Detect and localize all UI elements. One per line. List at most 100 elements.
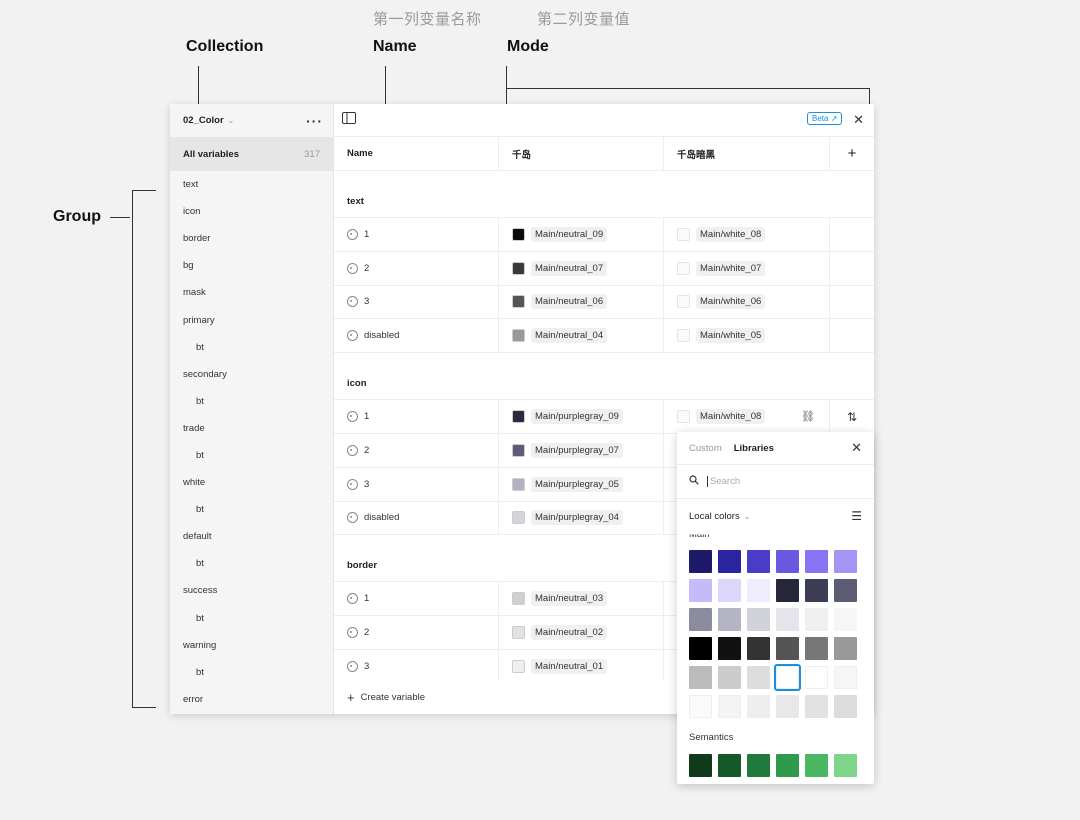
color-swatch[interactable] bbox=[747, 608, 770, 631]
color-swatch[interactable] bbox=[718, 579, 741, 602]
adjust-icon[interactable]: ⇅ bbox=[847, 410, 857, 424]
sidebar-group-border[interactable]: border bbox=[170, 225, 333, 252]
color-swatch[interactable] bbox=[747, 550, 770, 573]
sidebar-group-secondary[interactable]: secondary bbox=[170, 361, 333, 388]
color-swatch[interactable] bbox=[774, 664, 801, 691]
sidebar-group-bt[interactable]: bt bbox=[170, 550, 333, 577]
mode-1-value-cell[interactable]: Main/neutral_03 bbox=[499, 582, 664, 616]
table-row[interactable]: 3 Main/neutral_06 Main/white_06 bbox=[334, 285, 874, 320]
color-swatch[interactable] bbox=[776, 637, 799, 660]
detach-link-icon[interactable]: ⛓ bbox=[801, 410, 815, 423]
color-swatch[interactable] bbox=[689, 695, 712, 718]
color-swatch[interactable] bbox=[718, 666, 741, 689]
mode-1-value-cell[interactable]: Main/neutral_02 bbox=[499, 616, 664, 649]
color-swatch[interactable] bbox=[718, 695, 741, 718]
color-swatch[interactable] bbox=[805, 637, 828, 660]
variable-name-cell[interactable]: disabled bbox=[334, 501, 499, 535]
variable-name-cell[interactable]: 3 bbox=[334, 467, 499, 501]
color-swatch[interactable] bbox=[805, 608, 828, 631]
color-swatch[interactable] bbox=[834, 666, 857, 689]
local-colors-selector[interactable]: Local colors ⌄ ☰ bbox=[677, 499, 874, 533]
collection-selector[interactable]: 02_Color ⌄ bbox=[183, 115, 234, 126]
header-mode-2[interactable]: 千岛暗黑 bbox=[664, 137, 830, 170]
mode-1-value-cell[interactable]: Main/purplegray_07 bbox=[499, 433, 664, 467]
sidebar-group-bt[interactable]: bt bbox=[170, 388, 333, 415]
sidebar-group-error[interactable]: error bbox=[170, 686, 333, 713]
variable-name-cell[interactable]: 1 bbox=[334, 400, 499, 433]
add-mode-icon[interactable]: + bbox=[830, 137, 874, 170]
sidebar-group-bt[interactable]: bt bbox=[170, 605, 333, 632]
variable-name-cell[interactable]: 2 bbox=[334, 616, 499, 649]
sidebar-toggle-icon[interactable] bbox=[342, 111, 356, 129]
table-row[interactable]: 1 Main/neutral_09 Main/white_08 bbox=[334, 218, 874, 252]
color-swatch[interactable] bbox=[689, 608, 712, 631]
color-swatch[interactable] bbox=[718, 637, 741, 660]
color-swatch[interactable] bbox=[689, 666, 712, 689]
close-icon[interactable]: ✕ bbox=[851, 440, 862, 456]
variable-name-cell[interactable]: 2 bbox=[334, 251, 499, 285]
table-row[interactable]: 2 Main/neutral_07 Main/white_07 bbox=[334, 251, 874, 286]
color-swatch[interactable] bbox=[834, 608, 857, 631]
variable-name-cell[interactable]: 1 bbox=[334, 582, 499, 616]
color-swatch[interactable] bbox=[776, 695, 799, 718]
mode-2-value-cell[interactable]: Main/white_08 ⛓ bbox=[664, 400, 830, 433]
variable-name-cell[interactable]: disabled bbox=[334, 319, 499, 353]
mode-1-value-cell[interactable]: Main/neutral_04 bbox=[499, 319, 664, 353]
sidebar-group-warning[interactable]: warning bbox=[170, 632, 333, 659]
table-row[interactable]: disabled Main/neutral_04 Main/white_05 bbox=[334, 319, 874, 354]
sidebar-group-white[interactable]: white bbox=[170, 469, 333, 496]
color-swatch[interactable] bbox=[718, 550, 741, 573]
color-swatch[interactable] bbox=[805, 754, 828, 777]
mode-1-value-cell[interactable]: Main/neutral_07 bbox=[499, 251, 664, 285]
mode-1-value-cell[interactable]: Main/purplegray_04 bbox=[499, 501, 664, 535]
variable-name-cell[interactable]: 2 bbox=[334, 433, 499, 467]
sidebar-group-mask[interactable]: mask bbox=[170, 279, 333, 306]
mode-2-value-cell[interactable]: Main/white_07 bbox=[664, 251, 830, 285]
color-swatch[interactable] bbox=[776, 579, 799, 602]
mode-1-value-cell[interactable]: Main/neutral_09 bbox=[499, 218, 664, 251]
collection-header[interactable]: 02_Color ⌄ ··· bbox=[170, 104, 333, 137]
variable-name-cell[interactable]: 1 bbox=[334, 218, 499, 251]
mode-2-value-cell[interactable]: Main/white_08 bbox=[664, 218, 830, 251]
color-swatch[interactable] bbox=[747, 666, 770, 689]
color-swatch[interactable] bbox=[689, 550, 712, 573]
more-icon[interactable]: ··· bbox=[306, 113, 323, 129]
color-swatch[interactable] bbox=[805, 695, 828, 718]
color-swatch[interactable] bbox=[834, 754, 857, 777]
sidebar-group-icon[interactable]: icon bbox=[170, 198, 333, 225]
table-row[interactable]: 1 Main/purplegray_09 Main/white_08 ⛓ ⇅ bbox=[334, 400, 874, 434]
variable-name-cell[interactable]: 3 bbox=[334, 649, 499, 683]
mode-2-value-cell[interactable]: Main/white_06 bbox=[664, 285, 830, 319]
header-mode-1[interactable]: 千岛 bbox=[499, 137, 664, 170]
mode-1-value-cell[interactable]: Main/neutral_06 bbox=[499, 285, 664, 319]
list-view-icon[interactable]: ☰ bbox=[851, 509, 862, 523]
sidebar-group-trade[interactable]: trade bbox=[170, 415, 333, 442]
sidebar-group-success[interactable]: success bbox=[170, 577, 333, 604]
tab-libraries[interactable]: Libraries bbox=[734, 443, 774, 454]
sidebar-group-text[interactable]: text bbox=[170, 171, 333, 198]
beta-badge[interactable]: Beta ↗ bbox=[807, 112, 843, 125]
close-icon[interactable]: ✕ bbox=[853, 112, 864, 128]
sidebar-group-bt[interactable]: bt bbox=[170, 496, 333, 523]
mode-2-value-cell[interactable]: Main/white_05 bbox=[664, 319, 830, 353]
color-swatch[interactable] bbox=[689, 754, 712, 777]
mode-1-value-cell[interactable]: Main/purplegray_09 bbox=[499, 400, 664, 433]
color-swatch[interactable] bbox=[747, 754, 770, 777]
color-swatch[interactable] bbox=[747, 637, 770, 660]
search-input[interactable]: Search bbox=[707, 476, 740, 487]
color-swatch[interactable] bbox=[689, 579, 712, 602]
color-swatch[interactable] bbox=[805, 666, 828, 689]
sidebar-group-default[interactable]: default bbox=[170, 523, 333, 550]
sidebar-group-bt[interactable]: bt bbox=[170, 442, 333, 469]
sidebar-group-bt[interactable]: bt bbox=[170, 659, 333, 686]
color-swatch[interactable] bbox=[805, 550, 828, 573]
color-swatch[interactable] bbox=[689, 637, 712, 660]
sidebar-group-bg[interactable]: bg bbox=[170, 252, 333, 279]
color-swatch[interactable] bbox=[776, 550, 799, 573]
color-swatch[interactable] bbox=[834, 637, 857, 660]
color-swatch[interactable] bbox=[718, 608, 741, 631]
color-swatch[interactable] bbox=[834, 550, 857, 573]
mode-1-value-cell[interactable]: Main/purplegray_05 bbox=[499, 467, 664, 501]
sidebar-group-primary[interactable]: primary bbox=[170, 306, 333, 333]
variable-name-cell[interactable]: 3 bbox=[334, 285, 499, 319]
